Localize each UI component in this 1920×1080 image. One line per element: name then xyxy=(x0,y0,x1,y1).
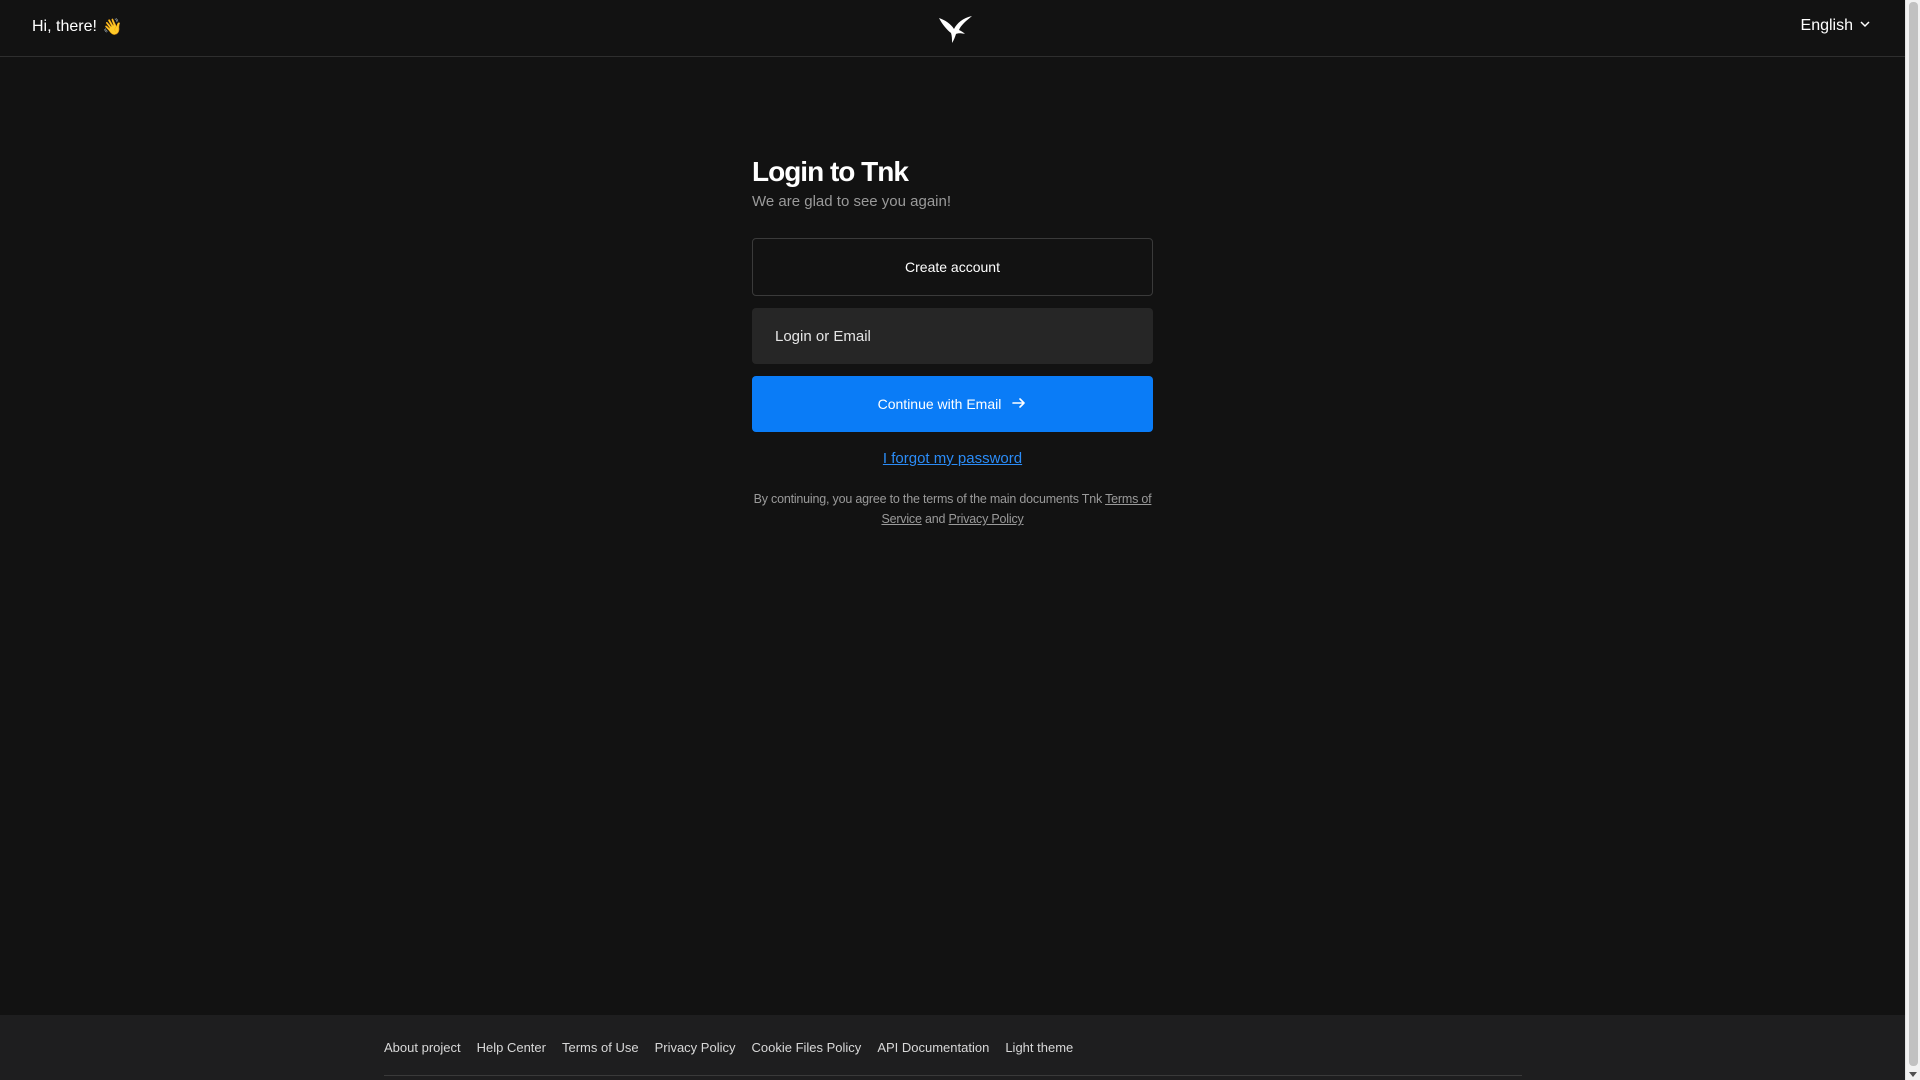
scrollbar-thumb[interactable] xyxy=(1909,2,1918,1066)
continue-with-email-button[interactable]: Continue with Email xyxy=(752,376,1153,432)
forgot-password-link[interactable]: I forgot my password xyxy=(883,450,1022,467)
terms-notice: By continuing, you agree to the terms of… xyxy=(752,489,1153,529)
page-scrollbar[interactable] xyxy=(1905,0,1920,1080)
waving-hand-icon: 👋 xyxy=(102,19,123,36)
bird-logo-icon[interactable] xyxy=(935,12,975,44)
scroll-down-arrow-icon[interactable] xyxy=(1909,1072,1917,1077)
forgot-password-row: I forgot my password xyxy=(752,450,1153,467)
page-subtitle: We are glad to see you again! xyxy=(752,193,952,210)
greeting: Hi, there! 👋 xyxy=(32,17,123,37)
language-selector[interactable]: English xyxy=(1801,17,1871,35)
footer-link-help-center[interactable]: Help Center xyxy=(477,1040,546,1055)
arrow-right-icon xyxy=(1011,395,1027,414)
greeting-text: Hi, there! xyxy=(32,18,97,35)
page-title: Login to Tnk xyxy=(752,156,909,187)
footer-link-terms-of-use[interactable]: Terms of Use xyxy=(562,1040,639,1055)
language-label: English xyxy=(1800,17,1853,34)
continue-button-label: Continue with Email xyxy=(877,396,1002,412)
terms-and: and xyxy=(921,512,949,526)
chevron-down-icon xyxy=(1859,17,1871,35)
top-header: Hi, there! 👋 English xyxy=(0,0,1905,57)
footer-link-api-docs[interactable]: API Documentation xyxy=(877,1040,989,1055)
login-page: Hi, there! 👋 English Login to Tnk We are… xyxy=(0,0,1920,1080)
footer-links: About project Help Center Terms of Use P… xyxy=(384,1040,1073,1055)
footer-divider xyxy=(384,1075,1522,1076)
footer: About project Help Center Terms of Use P… xyxy=(0,1015,1905,1080)
login-email-input[interactable] xyxy=(752,308,1153,364)
terms-prefix: By continuing, you agree to the terms of… xyxy=(753,492,1106,506)
footer-link-about[interactable]: About project xyxy=(384,1040,461,1055)
footer-link-light-theme[interactable]: Light theme xyxy=(1005,1040,1073,1055)
create-account-button[interactable]: Create account xyxy=(752,238,1153,296)
footer-link-cookie-policy[interactable]: Cookie Files Policy xyxy=(751,1040,861,1055)
privacy-policy-link[interactable]: Privacy Policy xyxy=(949,512,1024,526)
footer-link-privacy-policy[interactable]: Privacy Policy xyxy=(655,1040,736,1055)
login-form: Login to Tnk We are glad to see you agai… xyxy=(752,154,1153,529)
